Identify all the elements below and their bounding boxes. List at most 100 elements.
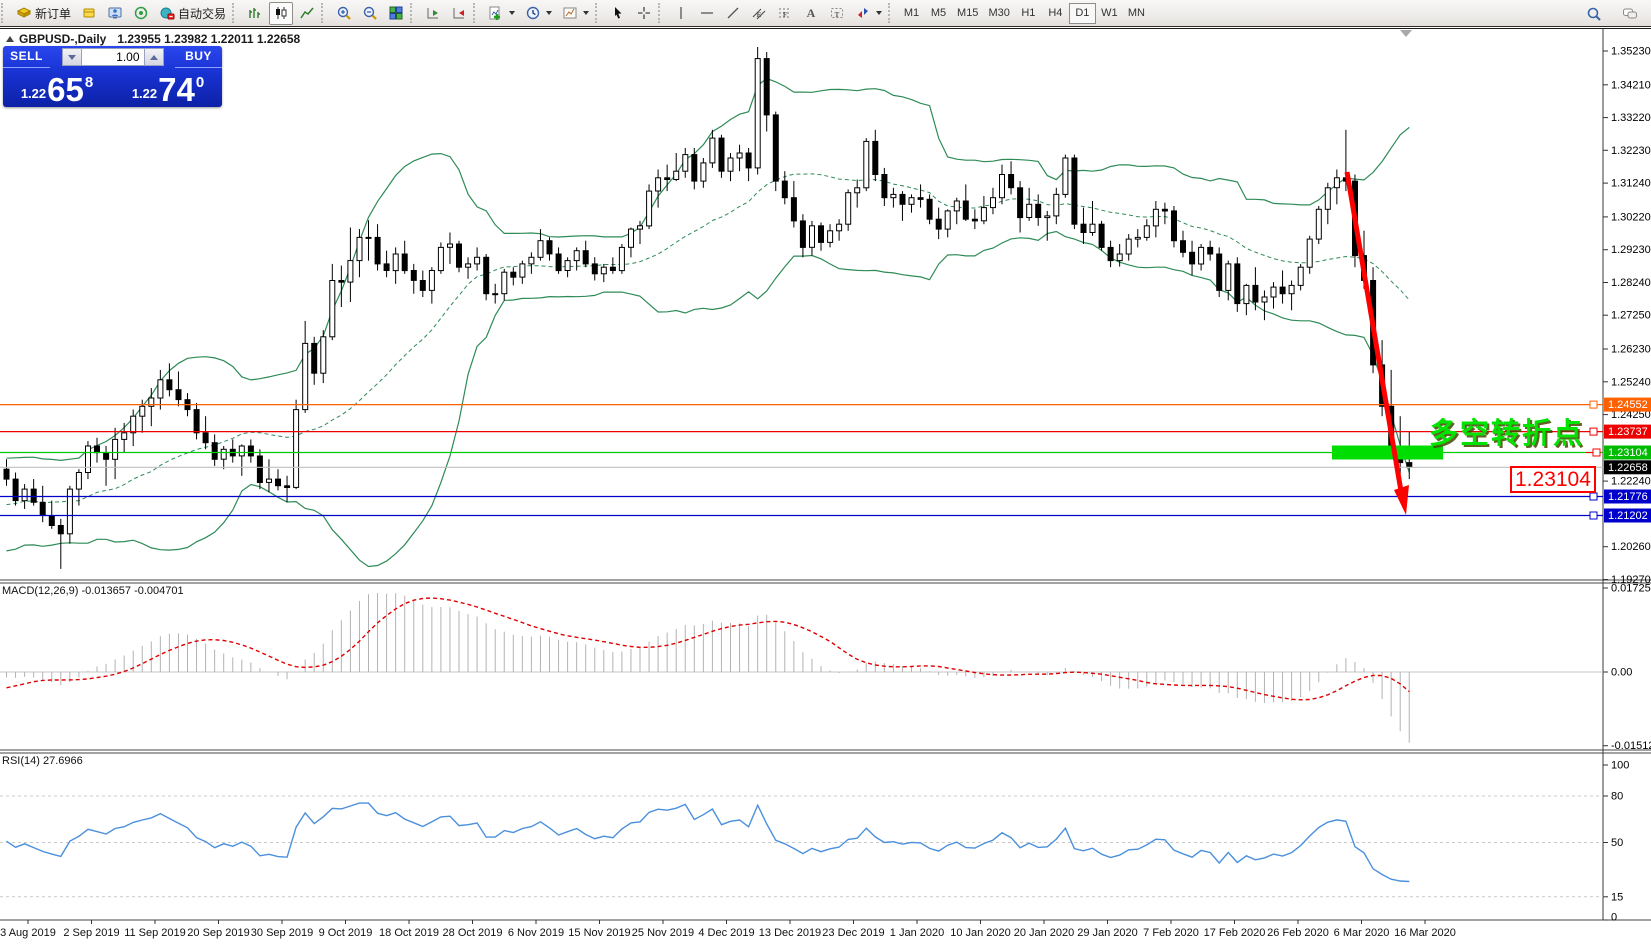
toolbar-grip — [658, 3, 667, 23]
label-button[interactable]: T — [825, 2, 849, 25]
buy-price[interactable]: 1.22 74 0 — [114, 69, 222, 107]
auto-trading-button[interactable]: 自动交易 — [155, 2, 230, 25]
templates-button[interactable] — [558, 2, 593, 25]
dropdown-caret-icon — [509, 11, 515, 15]
svg-text:1.21776: 1.21776 — [1608, 491, 1648, 503]
sell-button[interactable]: SELL — [3, 46, 50, 68]
vline-icon — [673, 5, 689, 21]
one-click-trading-panel: SELL BUY 1.22 65 8 1.22 74 0 — [3, 46, 222, 107]
neworder-icon — [16, 5, 32, 21]
chat-button[interactable] — [1618, 2, 1642, 25]
svg-text:15 Nov 2019: 15 Nov 2019 — [568, 927, 630, 939]
volume-input[interactable] — [82, 48, 144, 66]
svg-text:1.30220: 1.30220 — [1611, 211, 1651, 223]
shiftend-icon — [425, 5, 441, 21]
ohlc-values: 1.23955 1.23982 1.22011 1.22658 — [117, 32, 300, 46]
svg-text:50: 50 — [1611, 837, 1623, 849]
history-icon-button[interactable] — [77, 2, 101, 25]
tab-timeframe-D1[interactable]: D1 — [1069, 3, 1096, 24]
chart-canvas[interactable]: 1.352301.342101.332201.322301.312401.302… — [0, 28, 1651, 945]
auto-trading-button-label: 自动交易 — [178, 5, 226, 22]
arrows-button[interactable] — [851, 2, 886, 25]
sell-price-big: 65 — [47, 75, 84, 105]
tab-timeframe-H4[interactable]: H4 — [1042, 3, 1069, 24]
search-button[interactable] — [1582, 2, 1606, 25]
svg-text:18 Oct 2019: 18 Oct 2019 — [379, 927, 439, 939]
svg-text:2 Sep 2019: 2 Sep 2019 — [63, 927, 119, 939]
indicators-button[interactable] — [484, 2, 519, 25]
zoom-in-button[interactable] — [332, 2, 356, 25]
fibo-icon: F — [777, 5, 793, 21]
svg-text:17 Feb 2020: 17 Feb 2020 — [1204, 927, 1266, 939]
tab-timeframe-MN[interactable]: MN — [1123, 3, 1150, 24]
tester-icon-button[interactable] — [103, 2, 127, 25]
signals-icon-button[interactable] — [129, 2, 153, 25]
sell-price[interactable]: 1.22 65 8 — [3, 69, 111, 107]
template-icon — [562, 5, 578, 21]
svg-text:1.22658: 1.22658 — [1608, 462, 1648, 474]
indicators-icon — [488, 5, 504, 21]
periods-button[interactable] — [521, 2, 556, 25]
chart-window: 1.352301.342101.332201.322301.312401.302… — [0, 28, 1651, 945]
signal-icon — [133, 5, 149, 21]
fibo-button[interactable]: F — [773, 2, 797, 25]
volume-decrease-button[interactable] — [62, 48, 82, 66]
line-chart-button[interactable] — [295, 2, 319, 25]
text-button[interactable]: A — [799, 2, 823, 25]
new-order-button[interactable]: 新订单 — [12, 2, 75, 25]
tab-timeframe-M30[interactable]: M30 — [983, 3, 1014, 24]
tab-timeframe-M1[interactable]: M1 — [898, 3, 925, 24]
zoom-out-button[interactable] — [358, 2, 382, 25]
price-callout-label[interactable]: 1.23104 — [1510, 466, 1596, 493]
tab-timeframe-M15[interactable]: M15 — [952, 3, 983, 24]
toolbar-grip — [595, 3, 604, 23]
chat-icon — [1622, 6, 1638, 22]
svg-text:3 Aug 2019: 3 Aug 2019 — [0, 927, 56, 939]
trend-icon — [725, 5, 741, 21]
hline-button[interactable] — [695, 2, 719, 25]
tab-timeframe-W1[interactable]: W1 — [1096, 3, 1123, 24]
svg-text:1.21202: 1.21202 — [1608, 510, 1648, 522]
svg-text:16 Mar 2020: 16 Mar 2020 — [1394, 927, 1456, 939]
sell-price-prefix: 1.22 — [21, 86, 46, 101]
zoomin-icon — [336, 5, 352, 21]
svg-text:-0.015128: -0.015128 — [1611, 740, 1651, 752]
buy-button[interactable]: BUY — [175, 46, 222, 68]
tile-windows-button[interactable] — [384, 2, 408, 25]
collapse-panel-icon[interactable] — [6, 36, 14, 42]
svg-text:1.31240: 1.31240 — [1611, 178, 1651, 190]
bars-icon — [247, 5, 263, 21]
turning-point-annotation[interactable]: 多空转折点 — [1429, 410, 1584, 452]
dropdown-caret-icon — [876, 11, 882, 15]
shift-end-button[interactable] — [421, 2, 445, 25]
toolbar-grip — [473, 3, 482, 23]
autoscroll-button[interactable] — [447, 2, 471, 25]
svg-text:1.26230: 1.26230 — [1611, 344, 1651, 356]
cursor-button[interactable] — [606, 2, 630, 25]
svg-text:1.34210: 1.34210 — [1611, 79, 1651, 91]
svg-text:1 Jan 2020: 1 Jan 2020 — [890, 927, 944, 939]
svg-text:6 Mar 2020: 6 Mar 2020 — [1334, 927, 1390, 939]
trendline-button[interactable] — [721, 2, 745, 25]
svg-text:1.28240: 1.28240 — [1611, 277, 1651, 289]
volume-increase-button[interactable] — [144, 48, 164, 66]
cursor-icon — [610, 5, 626, 21]
tab-timeframe-M5[interactable]: M5 — [925, 3, 952, 24]
svg-text:28 Oct 2019: 28 Oct 2019 — [443, 927, 503, 939]
vline-button[interactable] — [669, 2, 693, 25]
buy-price-big: 74 — [158, 75, 195, 105]
svg-text:30 Sep 2019: 30 Sep 2019 — [251, 927, 313, 939]
tab-timeframe-H1[interactable]: H1 — [1015, 3, 1042, 24]
person-icon — [107, 5, 123, 21]
svg-text:1.33220: 1.33220 — [1611, 112, 1651, 124]
channel-icon: E — [751, 5, 767, 21]
svg-text:9 Oct 2019: 9 Oct 2019 — [319, 927, 373, 939]
channel-button[interactable]: E — [747, 2, 771, 25]
candles-button[interactable] — [269, 2, 293, 25]
bar-chart-button[interactable] — [243, 2, 267, 25]
crosshair-button[interactable] — [632, 2, 656, 25]
svg-text:0: 0 — [1611, 912, 1617, 924]
svg-text:A: A — [807, 6, 816, 20]
svg-text:4 Dec 2019: 4 Dec 2019 — [698, 927, 754, 939]
zoomout-icon — [362, 5, 378, 21]
